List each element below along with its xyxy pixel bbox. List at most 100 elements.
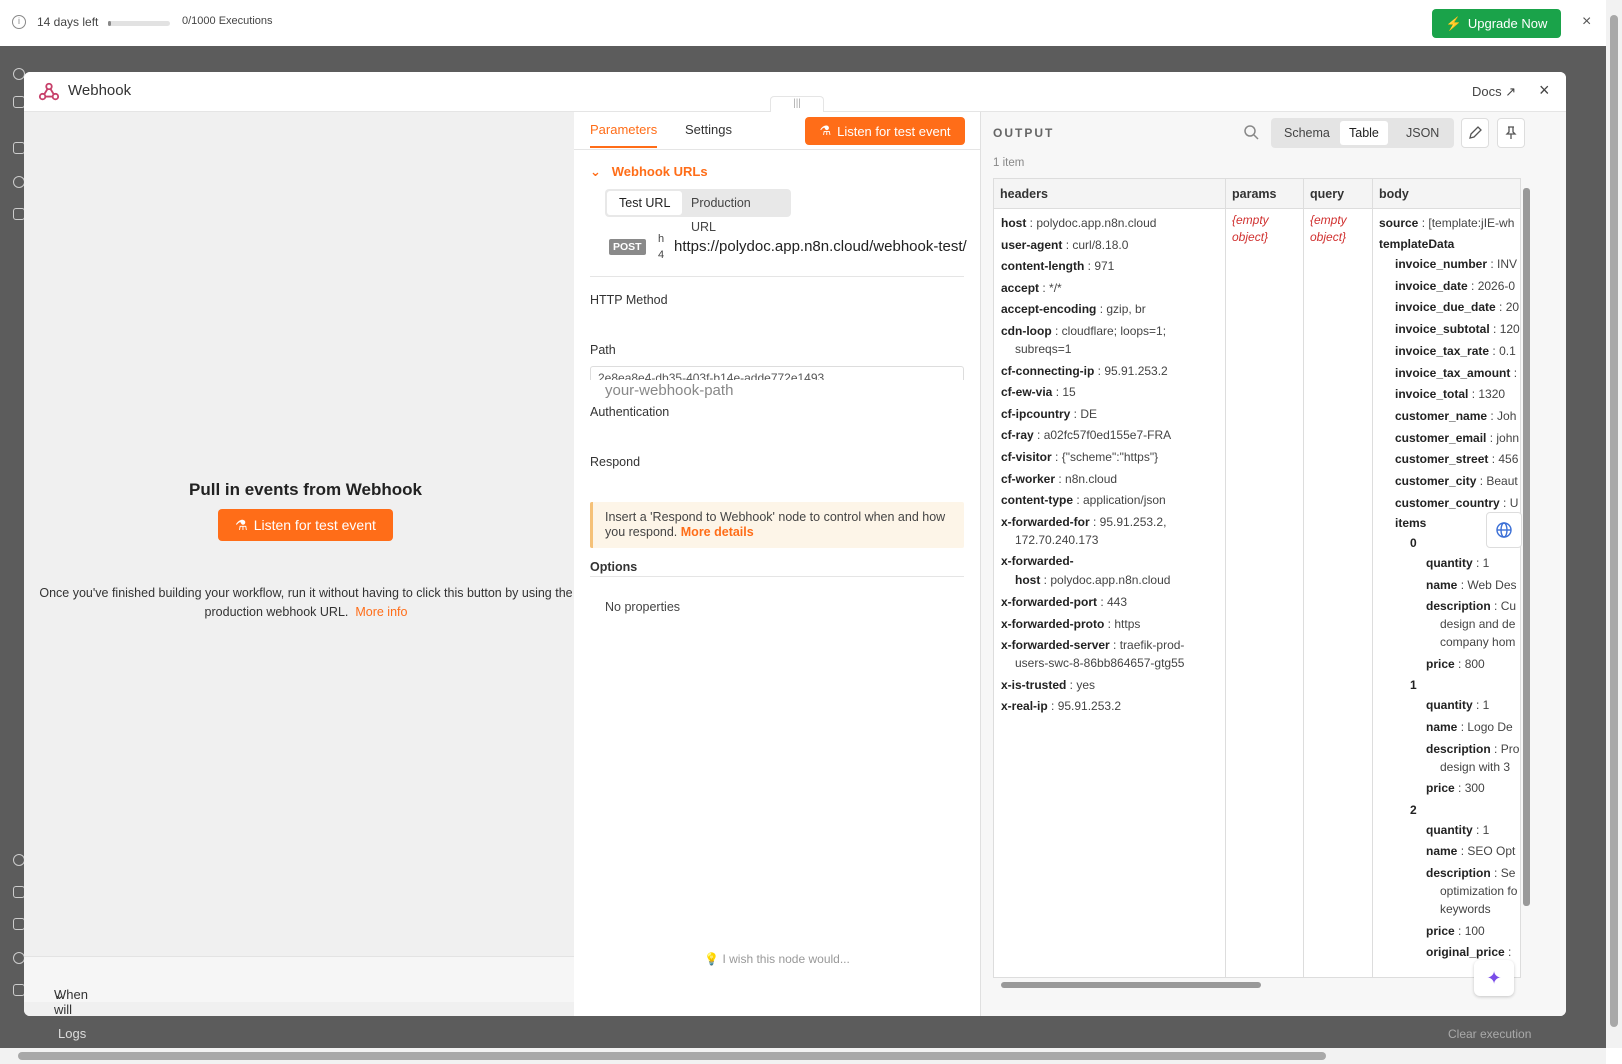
respond-notice-text: Insert a 'Respond to Webhook' node to co… [605, 510, 946, 539]
output-field: cf-worker : n8n.cloud [1001, 471, 1117, 488]
field-key: invoice_tax_rate [1395, 343, 1490, 358]
output-field: items [1395, 515, 1426, 532]
field-key: host [1015, 573, 1041, 588]
schema-view-option[interactable]: Schema [1275, 121, 1339, 145]
logs-label[interactable]: Logs [58, 1026, 86, 1041]
feedback-link[interactable]: 💡 I wish this node would... [574, 952, 980, 966]
json-view-option[interactable]: JSON [1397, 121, 1448, 145]
output-field: x-is-trusted : yes [1001, 677, 1095, 694]
url-prefix-1: h [658, 233, 665, 245]
info-icon: i [12, 15, 26, 29]
globe-button[interactable] [1486, 512, 1522, 548]
field-value: : a02fc57f0ed155e7-FRA [1033, 428, 1172, 443]
listen-test-event-button[interactable]: ⚗ Listen for test event [218, 509, 393, 541]
production-url-option[interactable]: Production URL [679, 191, 791, 234]
field-value: : 300 [1454, 781, 1485, 796]
field-key: invoice_due_date [1395, 300, 1496, 315]
url-prefix: h4 [658, 231, 664, 263]
pencil-icon [1469, 126, 1482, 139]
page-vertical-scrollbar[interactable] [1606, 0, 1622, 1048]
chevron-down-icon: ⌄ [54, 987, 65, 1002]
output-field: customer_email : john [1395, 430, 1519, 447]
days-left: 14 days left [37, 15, 99, 29]
docs-link[interactable]: Docs ↗ [1472, 84, 1516, 100]
edit-output-button[interactable] [1461, 118, 1489, 148]
ai-assistant-button[interactable]: ✦ [1474, 960, 1514, 996]
sparkle-icon: ✦ [1486, 967, 1502, 988]
banner-close-icon[interactable]: × [1582, 13, 1591, 31]
field-value: : 20 [1495, 300, 1520, 315]
field-value: : yes [1066, 677, 1096, 692]
field-key: customer_country [1395, 495, 1500, 510]
node-title[interactable]: Webhook [68, 82, 131, 99]
output-field: invoice_tax_rate : 0.1 [1395, 343, 1516, 360]
field-key: accept-encoding [1001, 302, 1097, 317]
scroll-thumb[interactable] [1523, 188, 1530, 906]
field-value: : 1320 [1468, 387, 1506, 402]
scroll-thumb[interactable] [1001, 982, 1261, 988]
tab-parameters[interactable]: Parameters [590, 122, 658, 148]
output-field: x-forwarded-proto : https [1001, 616, 1140, 633]
output-horizontal-scrollbar[interactable] [993, 980, 1521, 990]
clear-execution-button[interactable]: Clear execution [1448, 1027, 1531, 1041]
output-field: description : Cu [1426, 598, 1516, 615]
field-value: : https [1104, 616, 1141, 631]
more-info-link[interactable]: More info [355, 605, 407, 619]
table-view-option[interactable]: Table [1340, 121, 1388, 145]
output-field: invoice_date : 2026-0 [1395, 278, 1515, 295]
field-key: x-forwarded-port [1001, 595, 1097, 609]
field-value: : SEO Opt [1457, 844, 1516, 859]
field-value: : Logo De [1457, 720, 1513, 734]
field-key: 0 [1410, 536, 1417, 550]
field-key: description [1426, 599, 1491, 614]
output-field: content-type : application/json [1001, 492, 1166, 509]
field-value: : 2026-0 [1467, 278, 1516, 293]
output-field: cdn-loop : cloudflare; loops=1; [1001, 323, 1166, 340]
output-field: invoice_subtotal : 120 [1395, 321, 1520, 338]
field-value: : 1 [1472, 556, 1490, 570]
webhook-url[interactable]: https://polydoc.app.n8n.cloud/webhook-te… [674, 238, 967, 255]
output-panel: OUTPUT 1 item Schema Table JSON headers … [980, 112, 1566, 1016]
field-value: : polydoc.app.n8n.cloud [1040, 573, 1171, 588]
field-key: cdn-loop [1001, 324, 1052, 338]
scroll-thumb[interactable] [18, 1052, 1326, 1060]
tab-settings[interactable]: Settings [685, 122, 732, 137]
field-key: x-forwarded- [1001, 554, 1074, 569]
options-label: Options [590, 560, 638, 574]
output-field: quantity : 1 [1426, 697, 1489, 714]
field-value: : {"scheme":"https"} [1051, 450, 1159, 464]
more-details-link[interactable]: More details [681, 525, 754, 539]
field-key: invoice_date [1395, 278, 1468, 293]
webhook-urls-toggle[interactable]: ⌄ Webhook URLs [590, 164, 708, 180]
output-vertical-scrollbar[interactable] [1521, 178, 1531, 978]
column-params: params {empty object} [1226, 179, 1304, 977]
page-horizontal-scrollbar[interactable] [0, 1048, 1606, 1064]
scroll-thumb[interactable] [1610, 15, 1618, 1027]
test-url-option[interactable]: Test URL [607, 191, 683, 215]
output-field-continuation: users-swc-8-86bb864657-gtg55 [1015, 656, 1185, 671]
field-key: host [1001, 216, 1027, 230]
search-icon[interactable] [1243, 124, 1259, 140]
field-value: : Web Des [1457, 577, 1517, 592]
output-field: x-real-ip : 95.91.253.2 [1001, 698, 1121, 715]
listen-test-event-button-top[interactable]: ⚗ Listen for test event [805, 117, 965, 145]
empty-object-line-2: object} [1232, 230, 1269, 244]
field-key: description [1426, 866, 1491, 880]
pin-data-button[interactable] [1497, 118, 1525, 148]
flask-icon: ⚗ [235, 516, 248, 533]
modal-close-icon[interactable]: × [1539, 80, 1550, 101]
input-panel: Pull in events from Webhook ⚗ Listen for… [24, 112, 587, 1016]
field-key: name [1426, 844, 1458, 859]
field-value: : 95.91.253.2 [1047, 699, 1122, 714]
output-field: name : SEO Opt [1426, 843, 1515, 860]
field-value: : 1 [1472, 822, 1490, 837]
divider [590, 576, 964, 577]
field-key: content-length [1001, 259, 1085, 274]
trigger-question[interactable]: When will this node trigger my flow? ⌄ [24, 956, 587, 1016]
field-value: : Se [1490, 866, 1516, 880]
panel-drag-handle[interactable]: ||| [770, 96, 824, 112]
field-key: x-forwarded-for [1001, 514, 1090, 529]
path-input[interactable]: 2e8ea8e4-db35-403f-b14e-adde772e1493 [590, 366, 964, 380]
trial-banner: i 14 days left 0/1000 Executions ⚡ Upgra… [0, 0, 1622, 46]
upgrade-now-button[interactable]: ⚡ Upgrade Now [1432, 9, 1561, 38]
